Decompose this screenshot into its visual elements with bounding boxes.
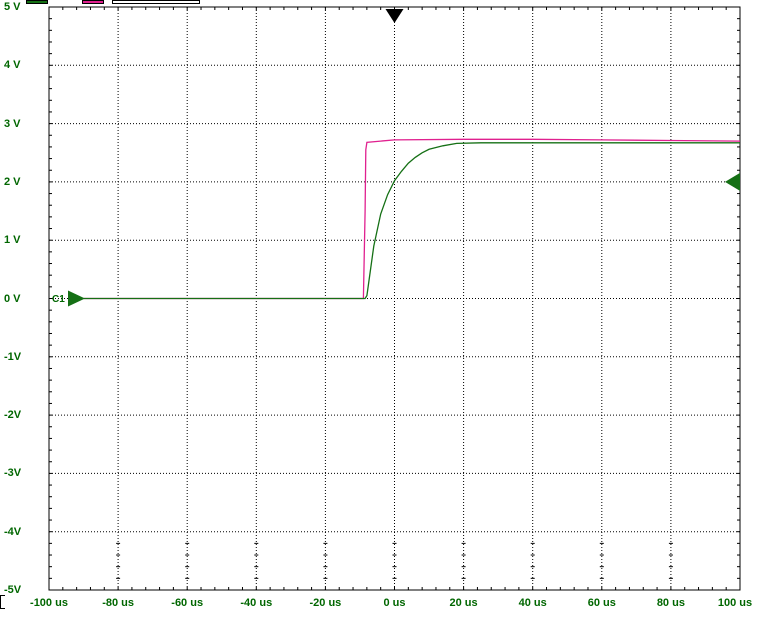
traces xyxy=(83,138,741,300)
channel-1-marker-label: C1 xyxy=(52,294,65,305)
plot-area[interactable] xyxy=(0,0,761,617)
trace-channel-1 xyxy=(83,142,740,300)
trigger-position-marker-icon[interactable] xyxy=(385,9,404,23)
channel-1-ground-marker-icon[interactable] xyxy=(68,290,85,307)
trigger-level-marker-icon[interactable] xyxy=(725,172,740,191)
x-tick-label: -80 us xyxy=(102,597,134,609)
y-tick-label: -3V xyxy=(4,467,22,480)
y-tick-label: 1 V xyxy=(4,234,21,247)
channel-selector-box[interactable] xyxy=(112,0,200,4)
y-tick-label: 0 V xyxy=(4,292,21,305)
trace-channel-2 xyxy=(83,138,741,300)
x-tick-label: 60 us xyxy=(587,597,616,609)
x-tick-label: 80 us xyxy=(656,597,685,609)
y-tick-label: -4V xyxy=(4,525,22,538)
y-tick-label: 3 V xyxy=(4,117,21,130)
oscilloscope-display: 5 V4 V3 V2 V1 V0 V -1V -2V -3V -4V -5V -100 u… xyxy=(0,0,761,617)
x-tick-label: 20 us xyxy=(449,597,478,609)
y-tick-label: -5V xyxy=(4,584,22,596)
x-tick-label: -40 us xyxy=(240,597,273,609)
left-edge-bracket xyxy=(0,595,5,609)
y-tick-label: 4 V xyxy=(4,59,21,72)
x-tick-label: -20 us xyxy=(309,597,342,609)
x-tick-label: -60 us xyxy=(171,597,204,609)
y-tick-label: 2 V xyxy=(4,175,21,188)
channel-2-color-swatch[interactable] xyxy=(82,0,104,4)
x-tick-label: -100 us xyxy=(30,597,68,609)
x-tick-label: 0 us xyxy=(383,597,406,609)
y-tick-label: -2V xyxy=(4,409,22,422)
markers xyxy=(68,9,740,307)
channel-1-color-swatch[interactable] xyxy=(26,0,48,4)
x-tick-label: 40 us xyxy=(518,597,547,609)
y-tick-label: -1V xyxy=(4,350,22,363)
x-tick-label: 100 us xyxy=(717,597,753,609)
